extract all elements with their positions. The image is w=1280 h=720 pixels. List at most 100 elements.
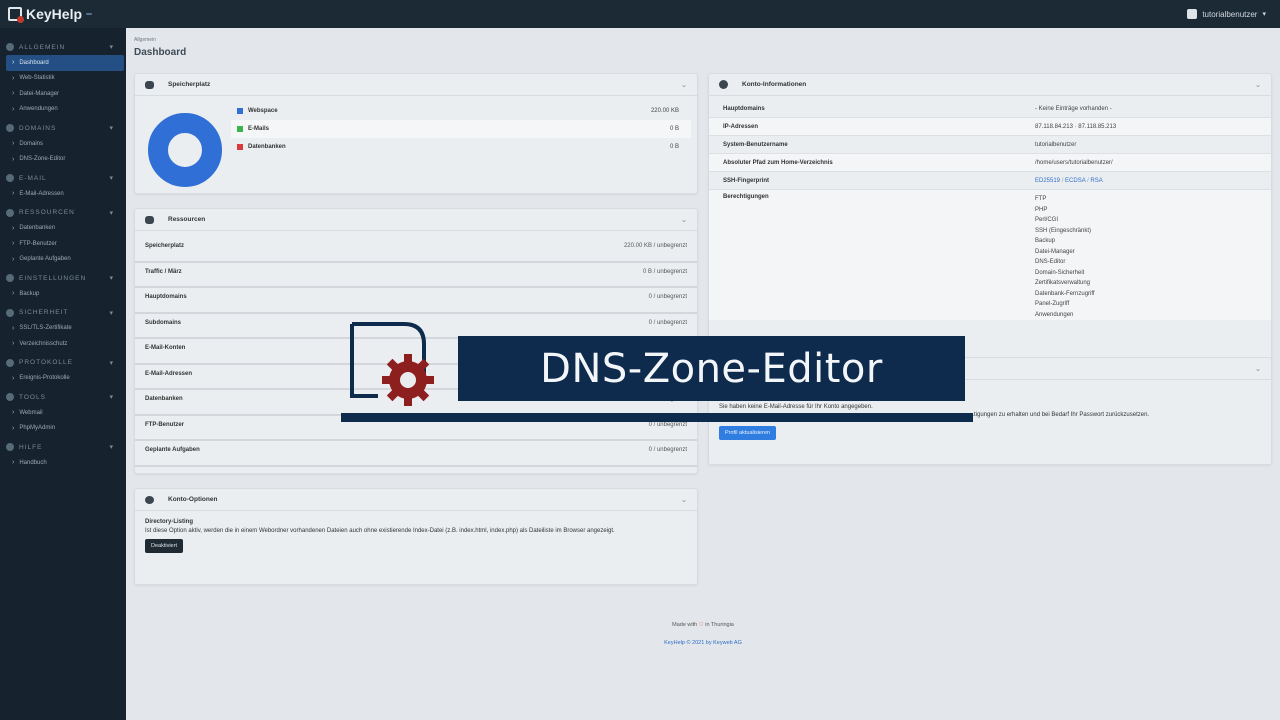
- ssh-link-ecdsa[interactable]: ECDSA: [1065, 178, 1085, 184]
- app-logo[interactable]: KeyHelp: [0, 6, 126, 23]
- legend-value: 220.00 KB: [650, 108, 679, 114]
- profile-no-email-text: Sie haben keine E-Mail-Adresse für Ihr K…: [719, 404, 873, 410]
- legend-swatch-emails: [237, 126, 243, 132]
- chevron-down-icon: ▾: [109, 175, 114, 182]
- keyhelp-logo-icon: [8, 7, 24, 23]
- info-label: Hauptdomains: [723, 105, 765, 112]
- sidebar-item-dns-zone-editor[interactable]: DNS-Zone-Editor: [0, 152, 126, 168]
- info-value: tutorialbenutzer: [1035, 141, 1077, 148]
- sidebar-item-phpmyadmin[interactable]: PhpMyAdmin: [0, 421, 126, 437]
- chevron-down-icon[interactable]: ⌄: [681, 496, 687, 504]
- permission-item: PHP: [1035, 206, 1048, 213]
- legend-swatch-webspace: [237, 108, 243, 114]
- resource-value: 0 / unbegrenzt: [648, 294, 687, 300]
- chevron-down-icon[interactable]: ⌄: [1255, 81, 1261, 89]
- info-row-hauptdomains: Hauptdomains - Keine Einträge vorhanden …: [709, 100, 1271, 118]
- ssh-link-rsa[interactable]: RSA: [1090, 178, 1102, 184]
- sidebar-item-datenbanken[interactable]: Datenbanken: [0, 221, 126, 237]
- resource-value: 0 / unbegrenzt: [648, 319, 687, 326]
- sidebar-group-tools[interactable]: Tools ▾: [0, 389, 126, 405]
- sidebar-item-e-mail-adressen[interactable]: E-Mail-Adressen: [0, 186, 126, 202]
- info-label: System-Benutzername: [723, 141, 788, 148]
- sidebar-group-allgemein[interactable]: Allgemein ▾: [0, 39, 126, 55]
- storage-card-header[interactable]: Speicherplatz ⌄: [135, 74, 697, 96]
- sidebar-group-label: Einstellungen: [19, 274, 87, 282]
- sidebar-item-handbuch[interactable]: Handbuch: [0, 455, 126, 471]
- directory-listing-toggle-button[interactable]: Deaktiviert: [145, 539, 183, 553]
- protokolle-icon: [6, 358, 14, 367]
- resource-value: 0 B / unbegrenzt: [642, 268, 687, 275]
- user-menu[interactable]: tutorialbenutzer ▾: [1187, 9, 1266, 19]
- permissions-list: FTP PHP Perl/CGI SSH (Eingeschränkt) Backup D…: [1035, 194, 1095, 320]
- resources-card-header[interactable]: Ressourcen ⌄: [135, 209, 697, 231]
- sidebar-item-ereignis-protokolle[interactable]: Ereignis-Protokolle: [0, 371, 126, 387]
- info-label: SSH-Fingerprint: [723, 177, 769, 184]
- storage-donut-chart: [148, 113, 222, 187]
- sidebar-group-einstellungen[interactable]: Einstellungen ▾: [0, 270, 126, 286]
- sidebar-group-ressourcen[interactable]: Ressourcen ▾: [0, 205, 126, 221]
- resource-label: Traffic / März: [145, 268, 182, 275]
- info-row-ip: IP-Adressen 87.118.84.213 · 87.118.85.21…: [709, 118, 1271, 136]
- sidebar-group-hilfe[interactable]: Hilfe ▾: [0, 439, 126, 455]
- legend-label: Webspace: [248, 108, 278, 114]
- resources-card-title: Ressourcen: [168, 216, 206, 223]
- permission-item: Perl/CGI: [1035, 217, 1059, 223]
- sidebar-item-domains[interactable]: Domains: [0, 136, 126, 152]
- footer-location-text: in Thuringia: [705, 622, 734, 628]
- resource-value: 0 / unbegrenzt: [648, 447, 687, 453]
- sidebar-item-dashboard[interactable]: Dashboard: [6, 55, 124, 71]
- permission-item: Datei-Manager: [1035, 248, 1075, 255]
- sidebar-group-protokolle[interactable]: Protokolle ▾: [0, 355, 126, 371]
- permission-item: Domain-Sicherheit: [1035, 269, 1085, 276]
- page-title: Dashboard: [134, 47, 187, 58]
- chevron-down-icon[interactable]: ⌄: [681, 81, 687, 89]
- account-info-card: Konto-Informationen ⌄ Hauptdomains - Kei…: [708, 73, 1272, 360]
- sidebar-group-sicherheit[interactable]: Sicherheit ▾: [0, 305, 126, 321]
- legend-value: 0 B: [669, 126, 679, 132]
- chevron-down-icon: ▾: [109, 275, 114, 282]
- sidebar-group-domains[interactable]: Domains ▾: [0, 120, 126, 136]
- sidebar-item-datei-manager[interactable]: Datei-Manager: [0, 86, 126, 102]
- chevron-down-icon[interactable]: ⌄: [1255, 365, 1261, 373]
- sidebar-item-geplante-aufgaben[interactable]: Geplante Aufgaben: [0, 252, 126, 268]
- chevron-down-icon: ▾: [109, 44, 114, 51]
- ssh-link-ed25519[interactable]: ED25519: [1035, 178, 1060, 184]
- chevron-down-icon[interactable]: ⌄: [681, 216, 687, 224]
- account-info-header[interactable]: Konto-Informationen ⌄: [709, 74, 1271, 96]
- sidebar-item-ftp-benutzer[interactable]: FTP-Benutzer: [0, 236, 126, 252]
- permission-item: Panel-Zugriff: [1035, 301, 1070, 307]
- legend-row-emails: E-Mails 0 B: [231, 120, 691, 138]
- info-value: 87.118.84.213 · 87.118.85.213: [1035, 123, 1117, 130]
- sidebar-item-ssl-tls-zertifikate[interactable]: SSL/TLS-Zertifikate: [0, 321, 126, 337]
- sidebar-item-verzeichnisschutz[interactable]: Verzeichnisschutz: [0, 336, 126, 352]
- sidebar-group-label: Protokolle: [19, 359, 73, 366]
- domains-icon: [6, 124, 14, 132]
- overlay-title-box: DNS-Zone-Editor: [458, 336, 965, 401]
- update-profile-button[interactable]: Profil aktualisieren: [719, 426, 776, 440]
- sidebar-item-web-statistik[interactable]: Web-Statistik: [0, 71, 126, 87]
- sidebar-item-anwendungen[interactable]: Anwendungen: [0, 102, 126, 118]
- sidebar-group-e-mail[interactable]: E-Mail ▾: [0, 170, 126, 186]
- sidebar-group-label: E-Mail: [19, 174, 47, 182]
- account-options-title: Konto-Optionen: [168, 496, 218, 503]
- account-options-card: Konto-Optionen ⌄ Directory-Listing Ist d…: [134, 488, 698, 585]
- username: tutorialbenutzer: [1202, 9, 1258, 19]
- hdd-icon: [145, 80, 154, 89]
- gear-hole: [400, 372, 416, 388]
- allgemein-icon: [6, 43, 14, 51]
- ressourcen-icon: [6, 208, 14, 217]
- sidebar-group-label: Tools: [19, 393, 46, 401]
- sidebar-item-webmail[interactable]: Webmail: [0, 405, 126, 421]
- logo-badge: [86, 13, 93, 15]
- chevron-down-icon: ▾: [109, 209, 114, 217]
- footer-copyright[interactable]: KeyHelp © 2021 by Keyweb AG: [126, 640, 1280, 646]
- legend-value: 0 B: [669, 144, 679, 150]
- logo-text: KeyHelp: [26, 6, 83, 22]
- sidebar-group-label: Domains: [19, 124, 57, 132]
- chevron-down-icon: ▾: [109, 125, 114, 132]
- info-value: - Keine Einträge vorhanden -: [1035, 105, 1112, 112]
- sidebar-item-backup[interactable]: Backup: [0, 286, 126, 302]
- account-options-header[interactable]: Konto-Optionen ⌄: [135, 489, 697, 511]
- resource-label: Hauptdomains: [145, 294, 187, 300]
- resource-label: Subdomains: [145, 319, 182, 326]
